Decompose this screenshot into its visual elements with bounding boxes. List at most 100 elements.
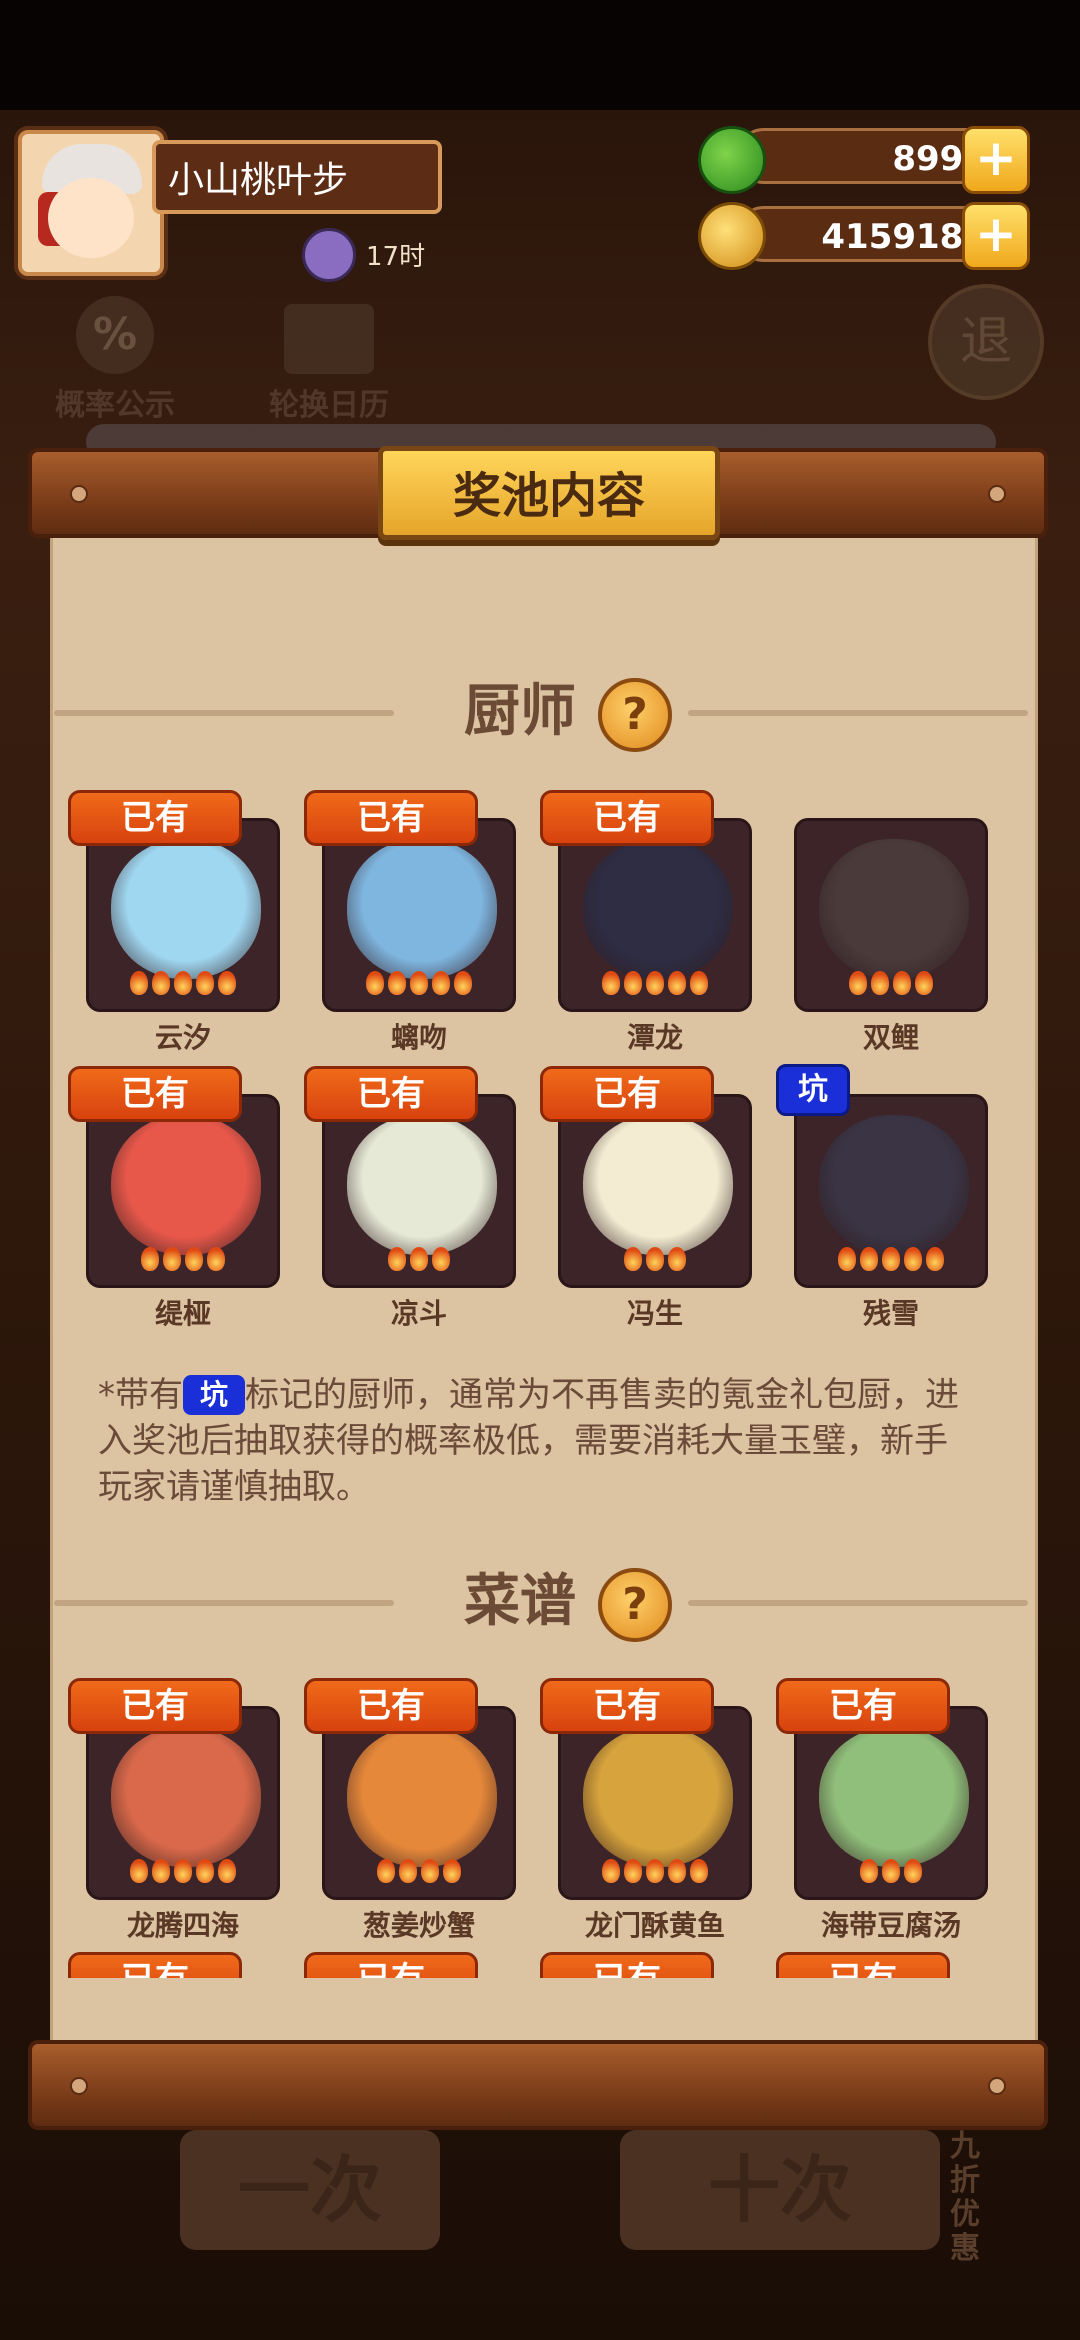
owned-badge-partial: 已有 [68,1952,242,1978]
help-icon[interactable]: ? [598,1568,672,1642]
recipe-art [347,1727,497,1867]
owned-badge: 已有 [540,790,714,846]
owned-badge: 已有 [68,790,242,846]
exit-button[interactable]: 退 [928,284,1044,400]
chef-card[interactable]: 双鲤 [794,818,988,1054]
chef-art [347,839,497,979]
chef-name: 冯生 [626,1297,683,1330]
flame-icon [141,1247,159,1271]
jade-icon [698,126,766,194]
player-avatar[interactable] [18,130,164,276]
time-label: 17时 [366,242,426,272]
rarity-flames [325,1859,513,1887]
flame-icon [860,1859,878,1883]
help-icon[interactable]: ? [598,678,672,752]
clock-icon [302,228,356,282]
dialog-title: 奖池内容 [378,446,720,540]
rivet [988,2077,1006,2095]
rivet [988,485,1006,503]
flame-icon [410,1247,428,1271]
pit-note: *带有坑标记的厨师，通常为不再售卖的氪金礼包厨，进入奖池后抽取获得的概率极低，需… [98,1372,978,1510]
flame-icon [893,971,911,995]
flame-icon [624,1247,642,1271]
chef-portrait [558,1094,752,1288]
chef-art [347,1115,497,1255]
divider [688,1600,1028,1606]
avatar-face [48,178,134,258]
recipe-name: 葱姜炒蟹 [362,1909,475,1942]
flame-icon [904,1859,922,1883]
add-coin-button[interactable]: + [962,202,1030,270]
chef-card[interactable]: 已有 缇桠 [68,1066,280,1330]
chef-card[interactable]: 已有 云汐 [68,790,280,1054]
flame-icon [860,1247,878,1271]
rarity-flames [325,971,513,999]
discount-label: 九折优惠 [950,2129,980,2266]
divider [688,710,1028,716]
flame-icon [882,1859,900,1883]
flame-icon [926,1247,944,1271]
owned-badge-partial: 已有 [776,1952,950,1978]
calendar-icon [284,304,374,374]
pit-inline-badge: 坑 [183,1375,245,1415]
flame-icon [690,971,708,995]
flame-icon [646,1859,664,1883]
chef-card[interactable]: 已有 潭龙 [540,790,752,1054]
flame-icon [185,1247,203,1271]
percent-icon: % [76,296,154,374]
flame-icon [849,971,867,995]
flame-icon [668,1859,686,1883]
flame-icon [130,971,148,995]
flame-icon [421,1859,439,1883]
flame-icon [646,1247,664,1271]
flame-icon [388,971,406,995]
flame-icon [624,971,642,995]
owned-badge-partial: 已有 [304,1952,478,1978]
chef-card[interactable]: 已有 螭吻 [304,790,516,1054]
chef-section-header: 厨师 ? [54,672,1028,752]
flame-icon [690,1859,708,1883]
chef-portrait [794,818,988,1012]
owned-badge: 已有 [304,790,478,846]
flame-icon [432,971,450,995]
flame-icon [130,1859,148,1883]
game-scene: 小山桃叶步 17时 8999 + 4159188 + % 概率公示 轮换日历 退… [0,0,1080,2340]
chef-portrait [322,818,516,1012]
recipe-portrait [86,1706,280,1900]
rarity-flames [561,1247,749,1275]
single-draw-button[interactable]: 一次 [180,2130,440,2250]
flame-icon [152,971,170,995]
chef-name: 双鲤 [862,1021,919,1054]
chef-card[interactable]: 已有 冯生 [540,1066,752,1330]
chef-portrait [794,1094,988,1288]
probability-button[interactable]: % 概率公示 [40,296,190,424]
owned-badge-label: 已有 [776,1952,950,1978]
panel-bottom-plank [28,2040,1048,2130]
rarity-flames [325,1247,513,1275]
ten-draw-button[interactable]: 十次 [620,2130,940,2250]
chef-card[interactable]: 坑残雪 [776,1064,988,1330]
chef-card[interactable]: 已有 凉斗 [304,1066,516,1330]
note-prefix: *带有 [98,1375,183,1415]
calendar-button[interactable]: 轮换日历 [254,296,404,424]
flame-icon [399,1859,417,1883]
chef-portrait [558,818,752,1012]
flame-icon [388,1247,406,1271]
recipe-card[interactable]: 已有 龙门酥黄鱼 [540,1678,752,1942]
flame-icon [602,971,620,995]
recipe-section-header: 菜谱 ? [54,1562,1028,1642]
owned-badge: 已有 [304,1066,478,1122]
calendar-label: 轮换日历 [269,388,389,423]
add-jade-button[interactable]: + [962,126,1030,194]
recipe-card[interactable]: 已有 海带豆腐汤 [776,1678,988,1942]
recipe-card[interactable]: 已有 葱姜炒蟹 [304,1678,516,1942]
probability-label: 概率公示 [55,388,175,423]
owned-badge: 已有 [540,1678,714,1734]
recipe-card[interactable]: 已有 龙腾四海 [68,1678,280,1942]
flame-icon [174,1859,192,1883]
flame-icon [196,1859,214,1883]
flame-icon [218,971,236,995]
owned-badge-partial: 已有 [540,1952,714,1978]
owned-badge-label: 已有 [68,1952,242,1978]
chef-name: 缇桠 [154,1297,211,1330]
